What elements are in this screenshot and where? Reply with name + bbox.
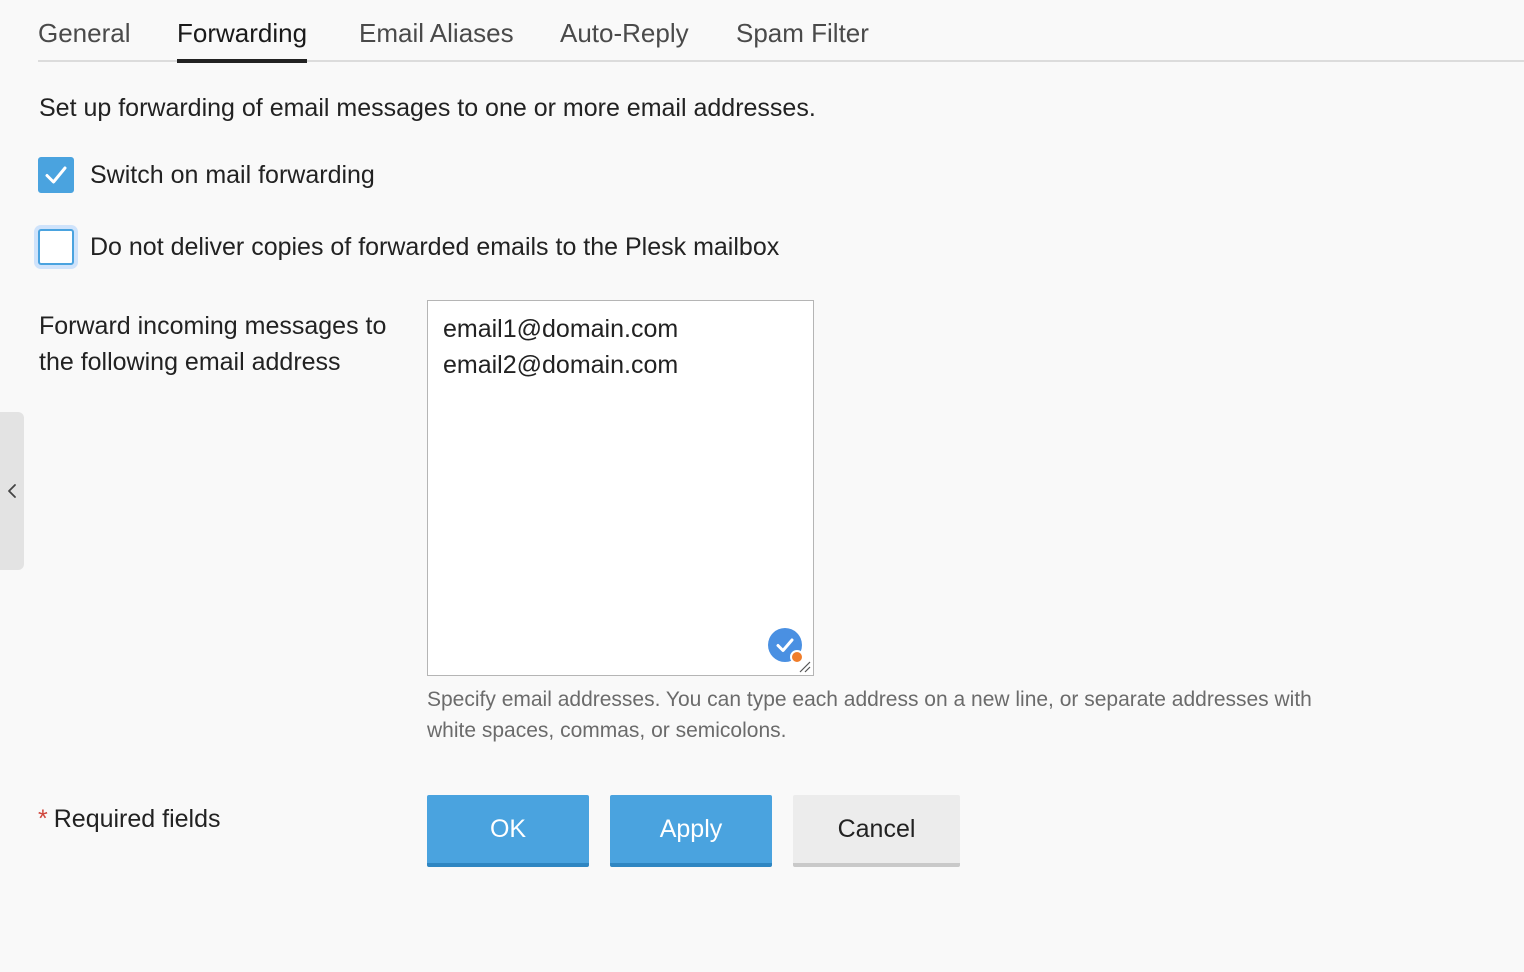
required-star: * bbox=[38, 805, 48, 833]
resize-grip-icon[interactable] bbox=[797, 659, 811, 673]
switch-forwarding-checkbox[interactable] bbox=[38, 157, 74, 193]
address-line: email1@domain.com bbox=[443, 315, 679, 343]
switch-forwarding-label[interactable]: Switch on mail forwarding bbox=[90, 161, 375, 190]
tab-email-aliases[interactable]: Email Aliases bbox=[359, 18, 514, 59]
required-fields-note: * Required fields bbox=[38, 805, 221, 834]
check-circle-icon bbox=[768, 628, 803, 663]
tab-bar: General Forwarding Email Aliases Auto-Re… bbox=[38, 0, 1524, 63]
chevron-left-icon bbox=[8, 484, 16, 498]
required-fields-text: Required fields bbox=[53, 805, 221, 833]
sidebar-collapse-handle[interactable] bbox=[0, 412, 24, 570]
switch-forwarding-row: Switch on mail forwarding bbox=[38, 157, 375, 193]
no-copies-row: Do not deliver copies of forwarded email… bbox=[38, 229, 779, 265]
check-icon bbox=[45, 166, 67, 184]
forward-addresses-textarea[interactable]: email1@domain.com email2@domain.com bbox=[427, 300, 814, 676]
apply-button[interactable]: Apply bbox=[610, 795, 772, 867]
no-copies-checkbox[interactable] bbox=[38, 229, 74, 265]
address-line: email2@domain.com bbox=[443, 351, 679, 379]
forward-addresses-label: Forward incoming messages to the followi… bbox=[39, 312, 387, 376]
forwarding-settings-page: General Forwarding Email Aliases Auto-Re… bbox=[0, 0, 1524, 972]
tab-auto-reply[interactable]: Auto-Reply bbox=[560, 18, 689, 59]
cancel-button[interactable]: Cancel bbox=[793, 795, 960, 867]
ok-button[interactable]: OK bbox=[427, 795, 589, 867]
no-copies-label[interactable]: Do not deliver copies of forwarded email… bbox=[90, 233, 779, 262]
forward-addresses-hint: Specify email addresses. You can type ea… bbox=[427, 688, 1312, 742]
tab-forwarding[interactable]: Forwarding bbox=[177, 18, 308, 63]
intro-text: Set up forwarding of email messages to o… bbox=[39, 94, 816, 122]
tab-general[interactable]: General bbox=[38, 18, 131, 59]
tab-spam-filter[interactable]: Spam Filter bbox=[736, 18, 869, 59]
